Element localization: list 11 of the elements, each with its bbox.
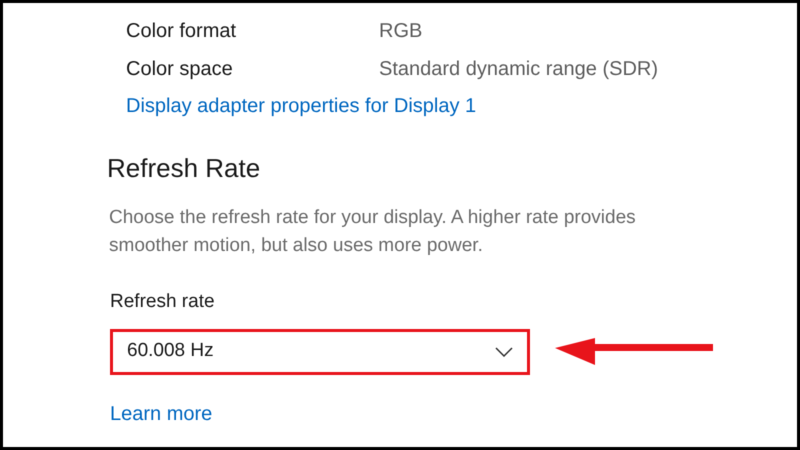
learn-more-link[interactable]: Learn more [107, 398, 212, 428]
property-value: Standard dynamic range (SDR) [379, 57, 658, 82]
property-value: RGB [379, 19, 422, 44]
section-title: Refresh Rate [107, 152, 260, 185]
property-label: Color space [126, 57, 234, 82]
adapter-properties-link[interactable]: Display adapter properties for Display 1 [126, 91, 476, 121]
section-description: Choose the refresh rate for your display. A higher rate provides smoother motion, but also uses more power. [108, 206, 637, 258]
chevron-down-icon [495, 346, 513, 356]
refresh-rate-dropdown[interactable]: 60.008 Hz [110, 328, 530, 374]
refresh-rate-label: Refresh rate [109, 290, 215, 314]
property-label: Color format [126, 19, 238, 44]
